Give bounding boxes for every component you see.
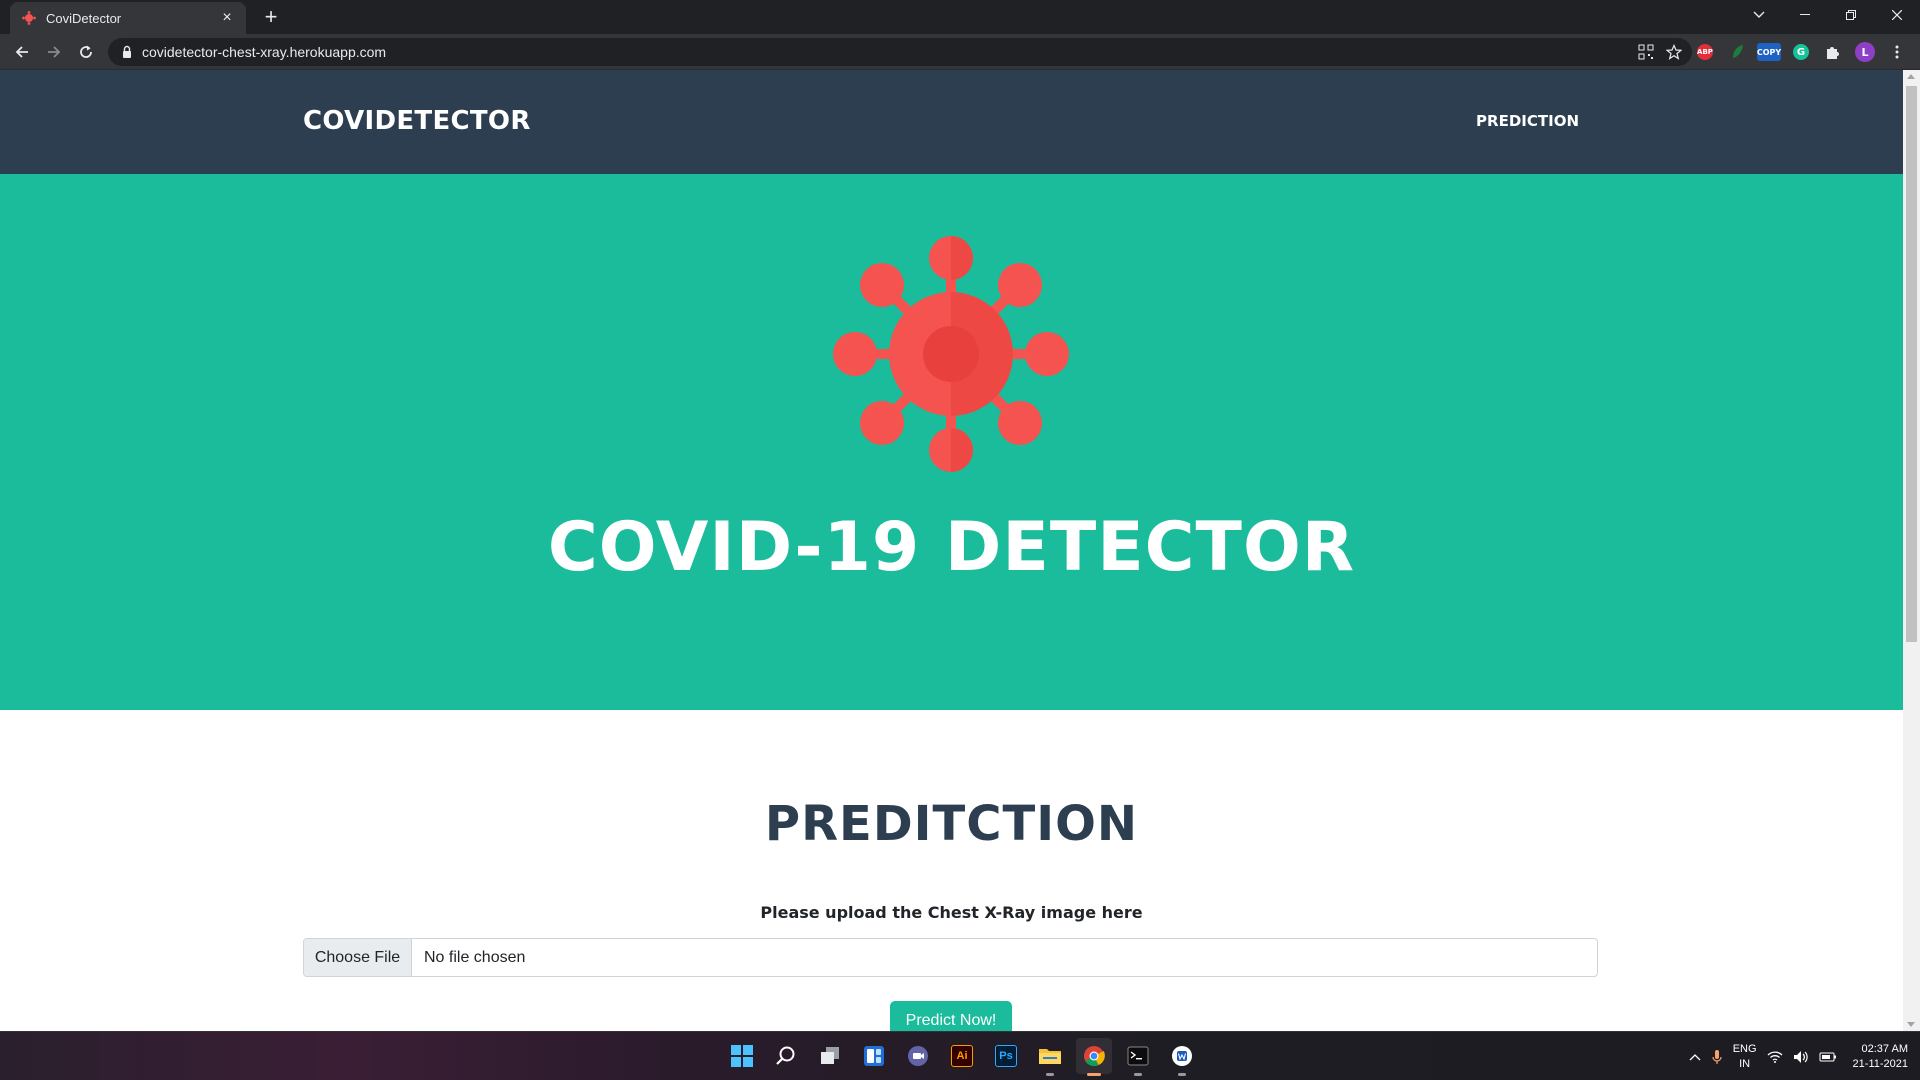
- site-brand[interactable]: COVIDETECTOR: [303, 106, 531, 136]
- browser-toolbar: covidetector-chest-xray.herokuapp.com AB…: [0, 34, 1920, 70]
- lock-icon: [123, 45, 131, 58]
- page-viewport: COVIDETECTOR PREDICTION COVID-19 DETECTO…: [0, 70, 1903, 1031]
- search-icon[interactable]: [768, 1038, 804, 1074]
- back-button[interactable]: [8, 38, 36, 66]
- task-view-icon[interactable]: [812, 1038, 848, 1074]
- leaf-extension-icon[interactable]: [1724, 39, 1750, 65]
- running-indicator: [1134, 1073, 1142, 1076]
- active-indicator: [1087, 1073, 1101, 1076]
- bookmark-star-icon[interactable]: [1666, 44, 1682, 60]
- url-text: covidetector-chest-xray.herokuapp.com: [142, 44, 387, 60]
- terminal-icon[interactable]: [1120, 1038, 1156, 1076]
- microphone-icon[interactable]: [1711, 1049, 1723, 1065]
- qr-code-icon[interactable]: [1638, 44, 1654, 60]
- wifi-icon[interactable]: [1767, 1050, 1783, 1063]
- predict-now-button[interactable]: Predict Now!: [890, 1001, 1012, 1031]
- start-icon[interactable]: [724, 1038, 760, 1074]
- address-bar[interactable]: covidetector-chest-xray.herokuapp.com: [108, 38, 1692, 66]
- word-app-icon[interactable]: [1164, 1038, 1200, 1076]
- language-indicator[interactable]: ENG IN: [1733, 1042, 1757, 1072]
- file-explorer-icon[interactable]: [1032, 1038, 1068, 1076]
- masthead-title: COVID-19 DETECTOR: [547, 508, 1356, 587]
- running-indicator: [1046, 1073, 1054, 1076]
- illustrator-icon[interactable]: Ai: [944, 1038, 980, 1074]
- choose-file-button[interactable]: Choose File: [304, 939, 412, 976]
- scroll-thumb[interactable]: [1906, 86, 1917, 642]
- adblock-plus-icon[interactable]: ABP: [1692, 39, 1718, 65]
- section-title: PREDITCTION: [764, 796, 1139, 852]
- arrow-right-icon: [48, 46, 61, 58]
- volume-icon[interactable]: [1793, 1050, 1809, 1064]
- site-navbar: COVIDETECTOR PREDICTION: [0, 70, 1903, 174]
- system-clock[interactable]: 02:37 AM 21-11-2021: [1853, 1042, 1908, 1072]
- taskbar: Ai Ps ENG IN 02:37 AM 21-11-2021: [0, 1031, 1920, 1080]
- running-indicator: [1178, 1073, 1186, 1076]
- forward-button[interactable]: [40, 38, 68, 66]
- restore-button[interactable]: [1828, 0, 1874, 30]
- page-scrollbar[interactable]: [1903, 70, 1920, 1031]
- profile-avatar[interactable]: L: [1852, 39, 1878, 65]
- scroll-down-icon[interactable]: [1907, 1022, 1915, 1027]
- reload-button[interactable]: [72, 38, 100, 66]
- minimize-button[interactable]: [1782, 0, 1828, 30]
- arrow-left-icon: [15, 46, 28, 58]
- browser-menu-icon[interactable]: [1884, 39, 1910, 65]
- browser-tab-strip: CoviDetector × +: [0, 0, 1920, 34]
- teams-chat-icon[interactable]: [900, 1038, 936, 1074]
- virus-favicon-icon: [22, 11, 36, 25]
- nav-link-prediction[interactable]: PREDICTION: [1476, 112, 1579, 130]
- photoshop-icon[interactable]: Ps: [988, 1038, 1024, 1074]
- copy-extension-icon[interactable]: COPY: [1756, 39, 1782, 65]
- virus-icon: [833, 236, 1069, 472]
- battery-icon[interactable]: [1819, 1051, 1837, 1063]
- file-upload-input[interactable]: Choose File No file chosen: [303, 938, 1598, 977]
- widgets-icon[interactable]: [856, 1038, 892, 1074]
- chevron-up-icon[interactable]: [1689, 1053, 1701, 1061]
- reload-icon: [80, 45, 92, 58]
- new-tab-button[interactable]: +: [258, 4, 284, 30]
- file-status-text: No file chosen: [424, 948, 526, 966]
- upload-label: Please upload the Chest X-Ray image here: [760, 903, 1143, 922]
- grammarly-icon[interactable]: G: [1788, 39, 1814, 65]
- scroll-up-icon[interactable]: [1907, 74, 1915, 79]
- browser-tab[interactable]: CoviDetector ×: [10, 2, 246, 34]
- tab-close-icon[interactable]: ×: [218, 9, 236, 27]
- extensions-puzzle-icon[interactable]: [1820, 39, 1846, 65]
- tab-title: CoviDetector: [46, 10, 122, 26]
- tab-search-icon[interactable]: [1736, 0, 1782, 30]
- chrome-icon[interactable]: [1076, 1038, 1112, 1076]
- close-window-button[interactable]: [1874, 0, 1920, 30]
